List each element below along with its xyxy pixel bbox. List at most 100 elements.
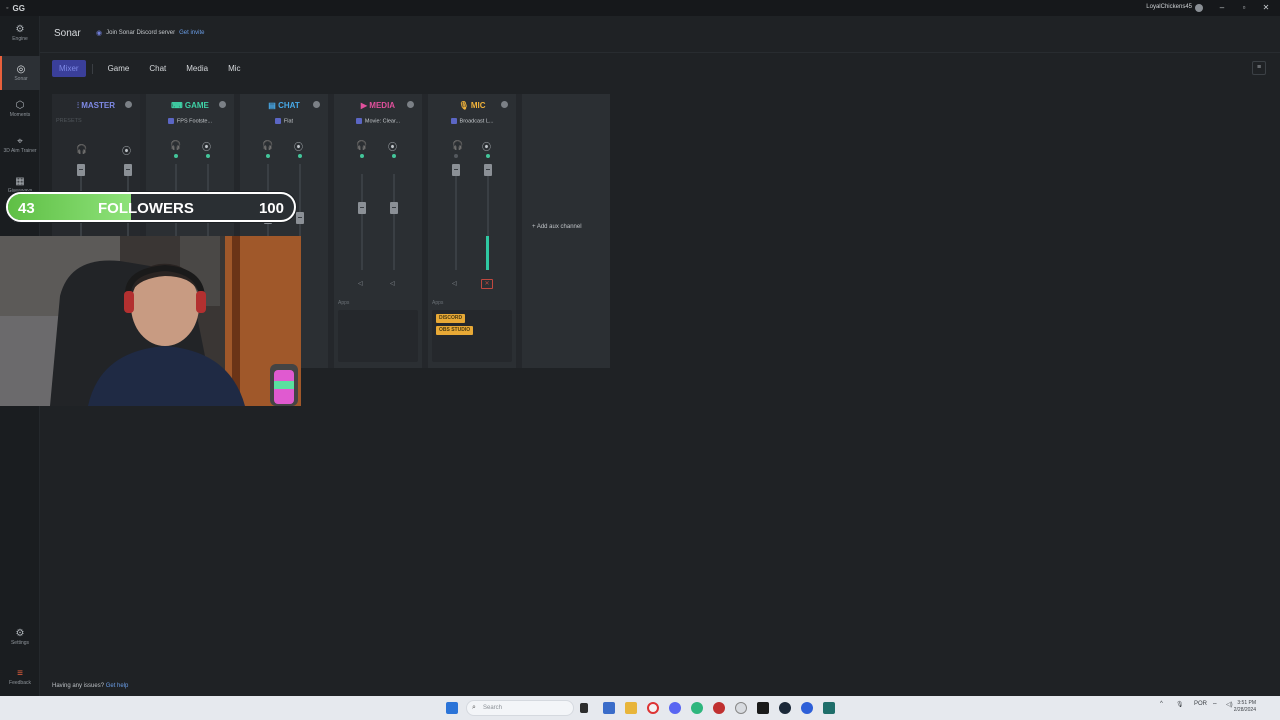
status-dot [454, 154, 458, 158]
discord-invite-link[interactable]: Get invite [179, 30, 204, 36]
headphones-icon: 🎧 [356, 140, 368, 150]
engine-icon: ⚙ [15, 24, 25, 35]
channel-settings-icon[interactable] [501, 101, 508, 108]
volume-slider-stream[interactable] [296, 212, 304, 224]
sidebar-item-label: Feedback [9, 680, 31, 686]
volume-slider-monitor[interactable] [452, 164, 460, 176]
app-tag-discord[interactable]: DISCORD [436, 314, 466, 323]
volume-slider-stream[interactable] [390, 202, 398, 214]
app-brand: GG [12, 3, 25, 13]
volume-slider-stream[interactable] [124, 164, 132, 176]
menu-button[interactable]: ≡ [1252, 61, 1266, 75]
mute-icon[interactable]: ◁ [452, 280, 457, 287]
wifi-icon[interactable]: ⌔ [1212, 701, 1218, 709]
zoom-icon[interactable] [801, 702, 813, 714]
steam-icon[interactable] [779, 702, 791, 714]
preset-selector[interactable]: Movie: Clear... [334, 118, 422, 124]
tray-chevron-icon[interactable]: ^ [1160, 701, 1163, 707]
preset-icon [167, 118, 174, 124]
taskbar-search[interactable]: ⌕ Search [466, 700, 574, 716]
sidebar-item-label: Settings [10, 640, 30, 646]
start-icon[interactable] [446, 702, 458, 714]
steelseries-gg-icon[interactable] [823, 702, 835, 714]
app-icon-red[interactable] [713, 702, 725, 714]
sidebar-item-label: Engine [12, 36, 28, 42]
channel-name: MEDIA [369, 101, 396, 110]
broadcast-icon: ⦿ [482, 142, 492, 152]
follower-goal-overlay: 43 FOLLOWERS 100 [6, 192, 296, 222]
goal-current: 43 [18, 200, 35, 217]
sidebar-item-label: Sonar [14, 76, 28, 82]
whatsapp-icon[interactable] [691, 702, 703, 714]
gamepad-icon: ⌨ [171, 101, 183, 110]
preset-selector[interactable]: FPS Footste... [146, 118, 234, 124]
app-logo: ◦ [6, 4, 9, 12]
app-icon-taskview[interactable] [603, 702, 615, 714]
apps-list [338, 310, 418, 362]
obs-icon[interactable] [757, 702, 769, 714]
status-dot [206, 154, 210, 158]
get-help-link[interactable]: Get help [106, 683, 129, 689]
channel-header: ▶ MEDIA [334, 101, 422, 110]
discord-text: Join Sonar Discord server [106, 30, 176, 36]
help-footer: Having any issues? Get help [52, 683, 128, 689]
volume-slider-monitor[interactable] [358, 202, 366, 214]
clock-time: 3:51 PM [1237, 700, 1256, 706]
channel-header: ⌨ GAME [146, 101, 234, 110]
app-icon-cursor[interactable] [580, 703, 588, 713]
broadcast-icon: ⦿ [388, 142, 398, 152]
aim-trainer-icon: ⌖ [17, 136, 23, 147]
avatar[interactable] [1195, 4, 1203, 12]
volume-icon[interactable]: ◁) [1226, 701, 1233, 708]
minimize-button[interactable]: – [1216, 2, 1228, 14]
preset-name: Movie: Clear... [364, 118, 401, 125]
close-button[interactable]: ✕ [1260, 2, 1272, 14]
sidebar-item-feedback[interactable]: ≡ Feedback [0, 668, 40, 690]
channel-settings-icon[interactable] [407, 101, 414, 108]
app-tag-obs[interactable]: OBS STUDIO [436, 326, 474, 335]
tab-media[interactable]: Media [179, 60, 215, 77]
opera-icon[interactable] [647, 702, 659, 714]
aux-channel-slot: + Add aux channel [522, 94, 610, 368]
volume-slider-monitor[interactable] [77, 164, 85, 176]
feedback-icon: ≡ [17, 668, 23, 679]
windows-taskbar: ⌕ Search ^ 🎙 POR ⌔ ◁) 3:51 PM 2/28/2024 [0, 696, 1280, 720]
status-dot [266, 154, 270, 158]
mute-icon[interactable]: ◁ [358, 280, 363, 287]
apps-label: Apps [432, 300, 444, 306]
preset-selector[interactable]: Flat [240, 118, 328, 124]
sidebar-item-sonar[interactable]: ◎ Sonar [0, 56, 40, 90]
sidebar-item-moments[interactable]: ⬡ Moments [0, 100, 40, 128]
username[interactable]: LoyalChickens45 [1146, 4, 1192, 10]
channel-settings-icon[interactable] [313, 101, 320, 108]
sidebar-item-settings[interactable]: ⚙ Settings [0, 628, 40, 650]
tray-mic-icon[interactable]: 🎙 [1176, 701, 1184, 708]
channel-settings-icon[interactable] [219, 101, 226, 108]
search-placeholder: Search [483, 705, 503, 711]
headphones-icon: 🎧 [262, 140, 274, 150]
headphones-off-icon: 🎧 [452, 140, 464, 150]
volume-slider-stream[interactable] [484, 164, 492, 176]
add-aux-channel-button[interactable]: + Add aux channel [532, 224, 582, 230]
clock[interactable]: 3:51 PM 2/28/2024 [1234, 700, 1256, 714]
mute-icon[interactable]: ◁ [390, 280, 395, 287]
tab-mixer[interactable]: Mixer [52, 60, 86, 77]
channel-settings-icon[interactable] [125, 101, 132, 108]
sidebar-item-aim-trainer[interactable]: ⌖ 3D Aim Trainer [0, 136, 40, 166]
channel-mic: 🎙 MIC Broadcast L... 🎧 ⦿ ◁ ✕ Apps DISCOR… [428, 94, 516, 368]
preset-selector[interactable]: Broadcast L... [428, 118, 516, 124]
tab-game[interactable]: Game [101, 60, 137, 77]
file-explorer-icon[interactable] [625, 702, 637, 714]
tab-mic[interactable]: Mic [221, 60, 247, 77]
preset-icon [355, 118, 362, 124]
discord-banner[interactable]: ◉ Join Sonar Discord server Get invite [96, 29, 205, 37]
discord-taskbar-icon[interactable] [669, 702, 681, 714]
app-icon-settings[interactable] [735, 702, 747, 714]
tab-chat[interactable]: Chat [142, 60, 173, 77]
sidebar-item-engine[interactable]: ⚙ Engine [0, 24, 40, 52]
status-dot [360, 154, 364, 158]
mic-muted-icon[interactable]: ✕ [481, 279, 493, 289]
restore-button[interactable]: ▫ [1238, 2, 1250, 14]
slider-track [455, 164, 457, 270]
tray-language[interactable]: POR [1194, 701, 1207, 707]
